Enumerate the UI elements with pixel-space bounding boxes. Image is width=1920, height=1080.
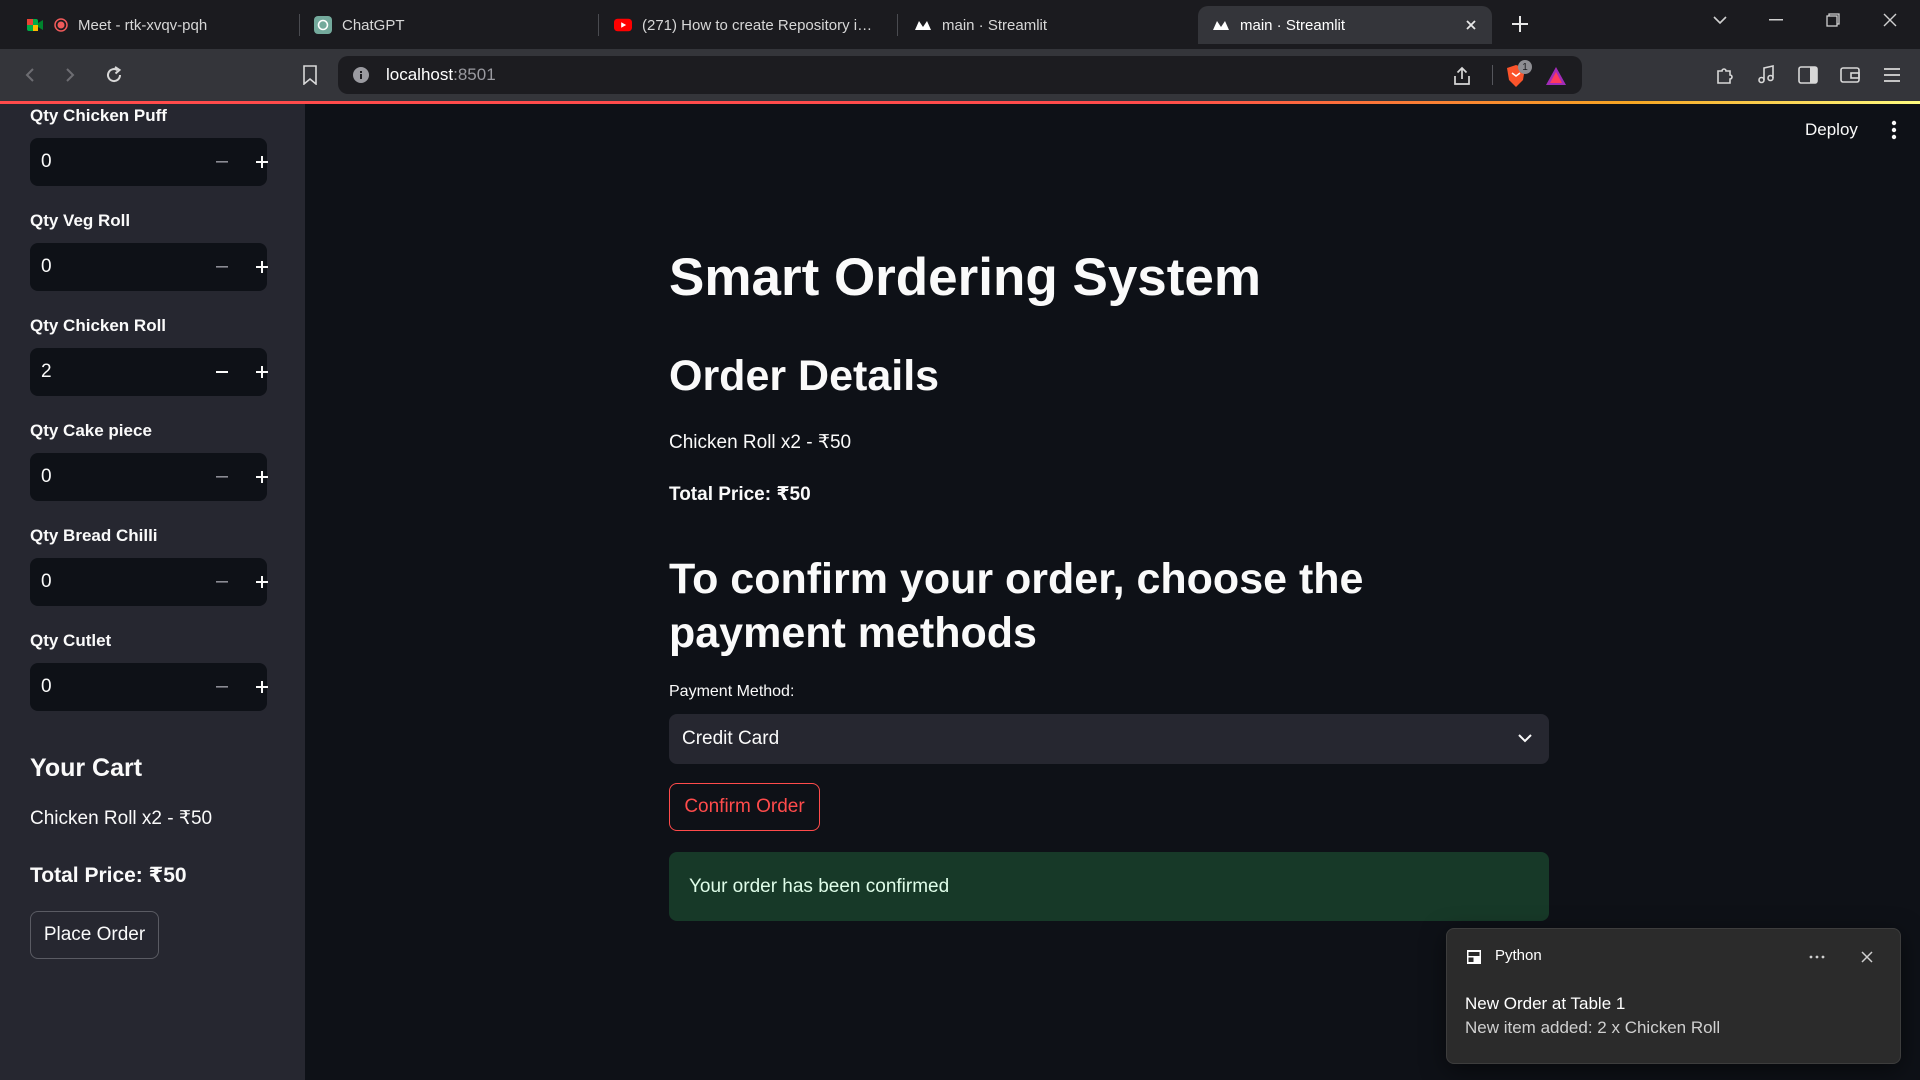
success-alert: Your order has been confirmed (669, 852, 1549, 921)
python-app-icon (1467, 950, 1481, 964)
tab-youtube[interactable]: (271) How to create Repository in Gi (600, 6, 890, 44)
payment-method-value: Credit Card (682, 728, 780, 749)
reload-icon[interactable] (100, 61, 128, 89)
notification-title: New Order at Table 1 (1465, 994, 1626, 1013)
brave-rewards-icon[interactable] (1544, 64, 1568, 88)
payment-method-label: Payment Method: (669, 683, 795, 700)
more-options-icon[interactable] (1886, 118, 1902, 142)
decrement-icon[interactable] (208, 568, 236, 596)
qty-chicken-puff-stepper[interactable]: 0 (30, 138, 268, 186)
tab-separator (897, 14, 898, 36)
qty-veg-roll-label: Qty Veg Roll (30, 211, 131, 230)
google-meet-icon (26, 16, 44, 34)
sidebar-toggle-icon[interactable] (1796, 63, 1820, 87)
tab-meet[interactable]: Meet - rtk-xvqv-pqh (12, 6, 292, 44)
qty-cake-piece-stepper[interactable]: 0 (30, 453, 268, 501)
order-item-line: Chicken Roll x2 - ₹50 (669, 432, 852, 453)
place-order-button[interactable]: Place Order (30, 911, 159, 959)
increment-icon[interactable] (248, 148, 276, 176)
confirm-heading: To confirm your order, choose the paymen… (669, 555, 1364, 657)
qty-chicken-roll-stepper[interactable]: 2 (30, 348, 268, 396)
back-icon[interactable] (16, 61, 44, 89)
deploy-button[interactable]: Deploy (1805, 120, 1858, 140)
notification-app-name: Python (1495, 947, 1542, 964)
decrement-icon[interactable] (208, 673, 236, 701)
stepper-value[interactable]: 0 (41, 676, 52, 698)
decrement-icon[interactable] (208, 253, 236, 281)
site-info-icon[interactable] (352, 66, 370, 84)
window-close-icon[interactable] (1868, 8, 1912, 32)
increment-icon[interactable] (248, 673, 276, 701)
minimize-icon[interactable] (1754, 8, 1798, 32)
menu-icon[interactable] (1880, 63, 1904, 87)
stepper-value[interactable]: 0 (41, 466, 52, 488)
wallet-icon[interactable] (1838, 63, 1862, 87)
tab-streamlit-1[interactable]: main · Streamlit (900, 6, 1190, 44)
restore-icon[interactable] (1811, 8, 1855, 32)
qty-bread-chilli-label: Qty Bread Chilli (30, 526, 158, 545)
decrement-icon[interactable] (208, 463, 236, 491)
tab-streamlit-active[interactable]: main · Streamlit (1198, 6, 1492, 44)
confirm-order-button[interactable]: Confirm Order (669, 783, 820, 831)
chatgpt-icon (314, 16, 332, 34)
shield-count-badge: 1 (1518, 60, 1532, 74)
notification-more-icon[interactable] (1805, 945, 1829, 969)
success-message: Your order has been confirmed (689, 876, 950, 897)
browser-toolbar: localhost:8501 1 (0, 49, 1920, 101)
url-host: localhost (386, 65, 454, 84)
browser-tab-strip: Meet - rtk-xvqv-pqh ChatGPT (271) How to… (0, 0, 1920, 49)
stepper-value[interactable]: 0 (41, 151, 52, 173)
streamlit-icon (1212, 16, 1230, 34)
streamlit-icon (914, 16, 932, 34)
screen: Meet - rtk-xvqv-pqh ChatGPT (271) How to… (0, 0, 1920, 1080)
youtube-icon (614, 16, 632, 34)
new-tab-icon[interactable] (1508, 12, 1532, 36)
bookmark-icon[interactable] (296, 61, 324, 89)
os-notification[interactable]: Python New Order at Table 1 New item add… (1446, 928, 1901, 1064)
extensions-icon[interactable] (1712, 63, 1736, 87)
decrement-icon[interactable] (208, 148, 236, 176)
increment-icon[interactable] (248, 463, 276, 491)
stepper-value[interactable]: 0 (41, 571, 52, 593)
address-url[interactable]: localhost:8501 (386, 65, 496, 85)
decrement-icon[interactable] (208, 358, 236, 386)
cart-item-line: Chicken Roll x2 - ₹50 (30, 808, 213, 829)
tab-search-chevron-icon[interactable] (1698, 8, 1742, 32)
cart-title: Your Cart (30, 754, 143, 782)
share-icon[interactable] (1450, 64, 1474, 88)
close-tab-icon[interactable] (1462, 16, 1480, 34)
qty-bread-chilli-stepper[interactable]: 0 (30, 558, 268, 606)
page-title: Smart Ordering System (669, 248, 1262, 307)
qty-chicken-roll-label: Qty Chicken Roll (30, 316, 167, 335)
forward-icon[interactable] (56, 61, 84, 89)
omnibox-divider (1492, 65, 1493, 85)
increment-icon[interactable] (248, 253, 276, 281)
notification-body: New item added: 2 x Chicken Roll (1465, 1018, 1721, 1037)
url-port: :8501 (453, 65, 496, 84)
payment-method-select[interactable]: Credit Card (669, 714, 1549, 764)
increment-icon[interactable] (248, 568, 276, 596)
order-total: Total Price: ₹50 (669, 484, 811, 505)
qty-chicken-puff-label: Qty Chicken Puff (30, 106, 167, 125)
media-icon[interactable] (1754, 63, 1778, 87)
stepper-value[interactable]: 2 (41, 361, 52, 383)
sidebar: Qty Chicken Puff 0 Qty Veg Roll 0 Qty Ch… (0, 104, 305, 1080)
notification-close-icon[interactable] (1855, 945, 1879, 969)
cart-total: Total Price: ₹50 (30, 864, 187, 887)
qty-cutlet-label: Qty Cutlet (30, 631, 112, 650)
qty-veg-roll-stepper[interactable]: 0 (30, 243, 268, 291)
address-bar[interactable]: localhost:8501 1 (338, 56, 1582, 94)
chevron-down-icon[interactable] (1515, 728, 1535, 748)
increment-icon[interactable] (248, 358, 276, 386)
recording-icon (54, 18, 68, 32)
qty-cutlet-stepper[interactable]: 0 (30, 663, 268, 711)
qty-cake-piece-label: Qty Cake piece (30, 421, 152, 440)
stepper-value[interactable]: 0 (41, 256, 52, 278)
tab-chatgpt[interactable]: ChatGPT (300, 6, 590, 44)
order-details-heading: Order Details (669, 352, 940, 400)
brave-shield-icon[interactable]: 1 (1504, 60, 1532, 88)
tab-separator (598, 14, 599, 36)
